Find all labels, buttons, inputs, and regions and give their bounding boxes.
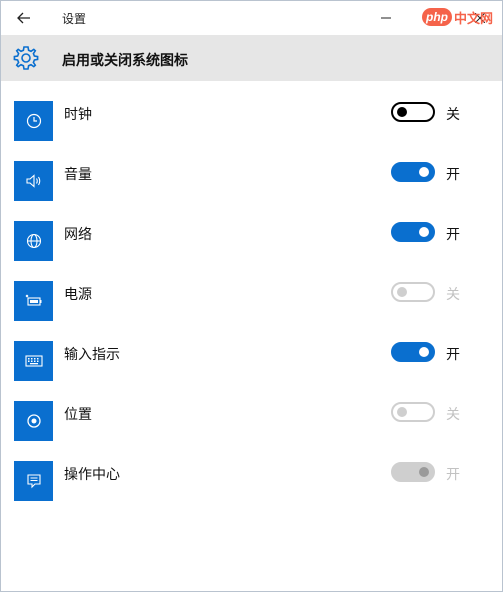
action-center-tile bbox=[14, 461, 53, 501]
power-toggle[interactable] bbox=[391, 282, 435, 302]
item-label: 位置 bbox=[64, 407, 92, 423]
location-tile bbox=[14, 401, 53, 441]
toggle-knob bbox=[419, 467, 429, 477]
input-indicator-toggle[interactable] bbox=[391, 342, 435, 362]
watermark-logo: php bbox=[422, 8, 452, 26]
toggle-state-text: 关 bbox=[446, 107, 460, 123]
back-button[interactable] bbox=[9, 5, 39, 31]
back-arrow-icon bbox=[17, 12, 30, 24]
volume-tile bbox=[14, 161, 53, 201]
title-bar: 设置 php 中文网 bbox=[1, 1, 502, 35]
globe-icon bbox=[26, 233, 41, 249]
location-toggle[interactable] bbox=[391, 402, 435, 422]
clock-icon bbox=[26, 113, 41, 129]
list-item-input-indicator: 输入指示 开 bbox=[1, 321, 502, 381]
toggle-knob bbox=[397, 107, 407, 117]
clock-tile bbox=[14, 101, 53, 141]
volume-toggle[interactable] bbox=[391, 162, 435, 182]
settings-window: 设置 php 中文网 启用或关闭系统图标 时钟 关 音量 开 网络 开 电源 关… bbox=[0, 0, 503, 592]
watermark: php 中文网 bbox=[422, 4, 503, 30]
toggle-state-text: 开 bbox=[446, 227, 460, 243]
toggle-state-text: 关 bbox=[446, 287, 460, 303]
item-label: 电源 bbox=[64, 287, 92, 303]
clock-toggle[interactable] bbox=[391, 102, 435, 122]
list-item-power: 电源 关 bbox=[1, 261, 502, 321]
volume-icon bbox=[25, 174, 40, 188]
network-tile bbox=[14, 221, 53, 261]
toggle-state-text: 开 bbox=[446, 167, 460, 183]
list-item-location: 位置 关 bbox=[1, 381, 502, 441]
item-label: 时钟 bbox=[64, 107, 92, 123]
page-header: 启用或关闭系统图标 bbox=[1, 35, 502, 81]
item-label: 输入指示 bbox=[64, 347, 120, 363]
gear-icon bbox=[13, 46, 39, 70]
network-toggle[interactable] bbox=[391, 222, 435, 242]
system-icon-list: 时钟 关 音量 开 网络 开 电源 关 输入指示 开 位置 关 操作中心 开 bbox=[1, 81, 502, 501]
window-title: 设置 bbox=[62, 12, 87, 26]
toggle-knob bbox=[419, 227, 429, 237]
power-tile bbox=[14, 281, 53, 321]
action-center-icon bbox=[26, 474, 41, 489]
toggle-knob bbox=[397, 287, 407, 297]
list-item-action-center: 操作中心 开 bbox=[1, 441, 502, 501]
toggle-state-text: 开 bbox=[446, 467, 460, 483]
item-label: 音量 bbox=[64, 167, 92, 183]
list-item-volume: 音量 开 bbox=[1, 141, 502, 201]
item-label: 网络 bbox=[64, 227, 92, 243]
minimize-icon bbox=[381, 17, 391, 19]
page-title: 启用或关闭系统图标 bbox=[62, 53, 188, 69]
location-icon bbox=[26, 414, 41, 428]
watermark-text: 中文网 bbox=[454, 11, 494, 27]
list-item-clock: 时钟 关 bbox=[1, 81, 502, 141]
toggle-knob bbox=[419, 167, 429, 177]
keyboard-icon bbox=[24, 355, 43, 367]
minimize-button[interactable] bbox=[371, 5, 401, 31]
battery-icon bbox=[25, 294, 41, 306]
toggle-knob bbox=[397, 407, 407, 417]
toggle-knob bbox=[419, 347, 429, 357]
toggle-state-text: 开 bbox=[446, 347, 460, 363]
item-label: 操作中心 bbox=[64, 467, 120, 483]
action-center-toggle[interactable] bbox=[391, 462, 435, 482]
list-item-network: 网络 开 bbox=[1, 201, 502, 261]
toggle-state-text: 关 bbox=[446, 407, 460, 423]
input-indicator-tile bbox=[14, 341, 53, 381]
